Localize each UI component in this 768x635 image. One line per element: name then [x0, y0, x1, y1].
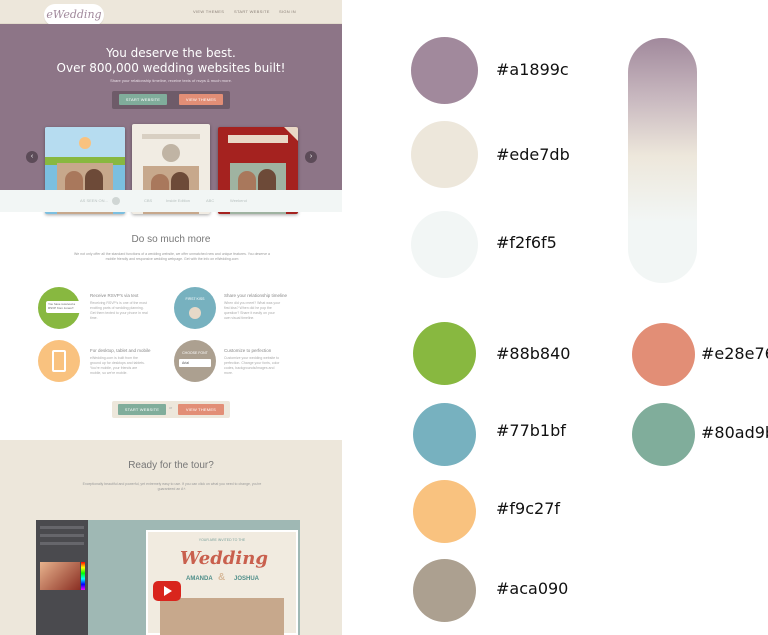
rsvp-text-icon: You have received a RSVP from Jones!! [38, 287, 82, 329]
tour-intro: Exceptionally beautiful and powerful, ye… [82, 482, 262, 491]
card-top-line: YOUR ARE INVITED TO THE [198, 538, 246, 542]
feature-title-rsvp: Receive RSVP's via text [90, 293, 139, 298]
feature-title-timeline: Share your relationship timeline [224, 293, 288, 298]
view-themes-button[interactable]: VIEW THEMES [179, 94, 223, 105]
card-ampersand: & [218, 572, 226, 583]
color-picker[interactable] [40, 562, 80, 590]
swatch-green [413, 322, 476, 385]
video-play-icon[interactable] [153, 581, 181, 601]
hex-label-mint-white: #f2f6f5 [496, 233, 557, 252]
website-mockup: eWedding VIEW THEMES START WEBSITE SIGN … [0, 0, 342, 635]
mobile-device-icon [38, 340, 80, 382]
card-script-title: Wedding [180, 548, 268, 569]
swatch-taupe [413, 559, 476, 622]
view-themes-button-2[interactable]: VIEW THEMES [178, 404, 224, 415]
swatch-cream [411, 121, 478, 188]
press-abc: ABC [206, 198, 215, 203]
start-website-button[interactable]: START WEBSITE [119, 94, 167, 105]
timeline-photo [189, 307, 201, 319]
theme-title-bar [142, 134, 200, 139]
swatch-mauve [411, 37, 478, 104]
swatch-blue [413, 403, 476, 466]
customize-icon: CHOOSE FONT Arial [174, 340, 216, 382]
features-button-bar: START WEBSITE or VIEW THEMES [112, 401, 230, 418]
features-intro: We not only offer all the standard funct… [74, 252, 270, 261]
hex-label-taupe: #aca090 [496, 579, 569, 598]
card-photo [160, 598, 284, 635]
card-name-left: AMANDA [186, 576, 213, 582]
editor-sidebar [36, 520, 88, 635]
swatch-peach [413, 480, 476, 543]
gradient-bar [628, 38, 697, 283]
nav-start-website[interactable]: START WEBSITE [234, 9, 270, 14]
carousel-prev-icon[interactable]: ‹ [26, 151, 38, 163]
card-name-right: JOSHUA [234, 576, 260, 582]
hero-section: You deserve the best. Over 800,000 weddi… [0, 24, 342, 214]
hex-label-sage: #80ad9b [701, 423, 768, 442]
feature-text-rsvp: Receiving RSVP's is one of the most exci… [90, 301, 148, 320]
theme-monogram [162, 144, 180, 162]
or-text: or [169, 406, 173, 410]
feature-text-customize: Customize your wedding website to perfec… [224, 356, 280, 375]
hero-subtext: Share your relationship timeline, receiv… [110, 78, 232, 83]
top-navbar: eWedding VIEW THEMES START WEBSITE SIGN … [0, 0, 342, 26]
hue-slider[interactable] [81, 562, 85, 590]
features-title: Do so much more [131, 234, 211, 245]
sun-icon [79, 137, 91, 149]
press-inside-edition: Inside Edition [166, 198, 191, 203]
nav-sign-in[interactable]: SIGN IN [279, 9, 296, 14]
hex-label-salmon: #e28e76 [701, 344, 768, 363]
theme-banner [228, 135, 288, 143]
press-logo-icon [112, 197, 120, 205]
nav-view-themes[interactable]: VIEW THEMES [193, 9, 224, 14]
sidebar-row [40, 526, 84, 529]
timeline-icon: FIRST KISS [174, 287, 216, 329]
phone-icon [52, 350, 66, 372]
start-website-button-2[interactable]: START WEBSITE [118, 404, 166, 415]
press-label: AS SEEN ON... [80, 198, 108, 203]
hex-label-green: #88b840 [496, 344, 571, 363]
swatch-mint-white [411, 211, 478, 278]
hero-headline-line1: You deserve the best. [106, 46, 236, 60]
hex-label-mauve: #a1899c [496, 60, 569, 79]
swatch-sage [632, 403, 695, 466]
swatch-salmon [632, 323, 695, 386]
feature-title-devices: For desktop, tablet and mobile [90, 348, 151, 353]
logo[interactable]: eWedding [44, 4, 104, 26]
timeline-badge: FIRST KISS [185, 297, 205, 301]
hero-headline: You deserve the best. Over 800,000 weddi… [0, 46, 342, 76]
canvas: eWedding VIEW THEMES START WEBSITE SIGN … [0, 0, 768, 635]
hex-label-peach: #f9c27f [496, 499, 561, 518]
sidebar-row [40, 534, 84, 537]
feature-text-devices: eWedding.com is built from the ground up… [90, 356, 145, 375]
feature-title-customize: Customize to perfection [224, 348, 272, 353]
rsvp-bubble: You have received a RSVP from Jones!! [46, 301, 82, 313]
hex-label-blue: #77b1bf [496, 421, 566, 440]
tour-section: Ready for the tour? Exceptionally beauti… [0, 440, 342, 635]
font-select[interactable]: Arial [179, 359, 211, 367]
tour-title: Ready for the tour? [128, 460, 214, 471]
feature-text-timeline: When did you meet? What was your first k… [224, 301, 281, 320]
sidebar-row [40, 542, 84, 545]
press-bar: AS SEEN ON... CBS Inside Edition ABC Wee… [0, 190, 342, 212]
press-cbs: CBS [144, 198, 153, 203]
hero-button-bar: START WEBSITE VIEW THEMES [112, 91, 230, 109]
hero-headline-line2: Over 800,000 wedding websites built! [56, 61, 286, 75]
editor-preview: YOUR ARE INVITED TO THE Wedding AMANDA &… [36, 520, 300, 635]
hex-label-cream: #ede7db [496, 145, 570, 164]
carousel-next-icon[interactable]: › [305, 151, 317, 163]
choose-font-badge: CHOOSE FONT [182, 351, 208, 355]
press-weekend: Weekend [230, 198, 247, 203]
